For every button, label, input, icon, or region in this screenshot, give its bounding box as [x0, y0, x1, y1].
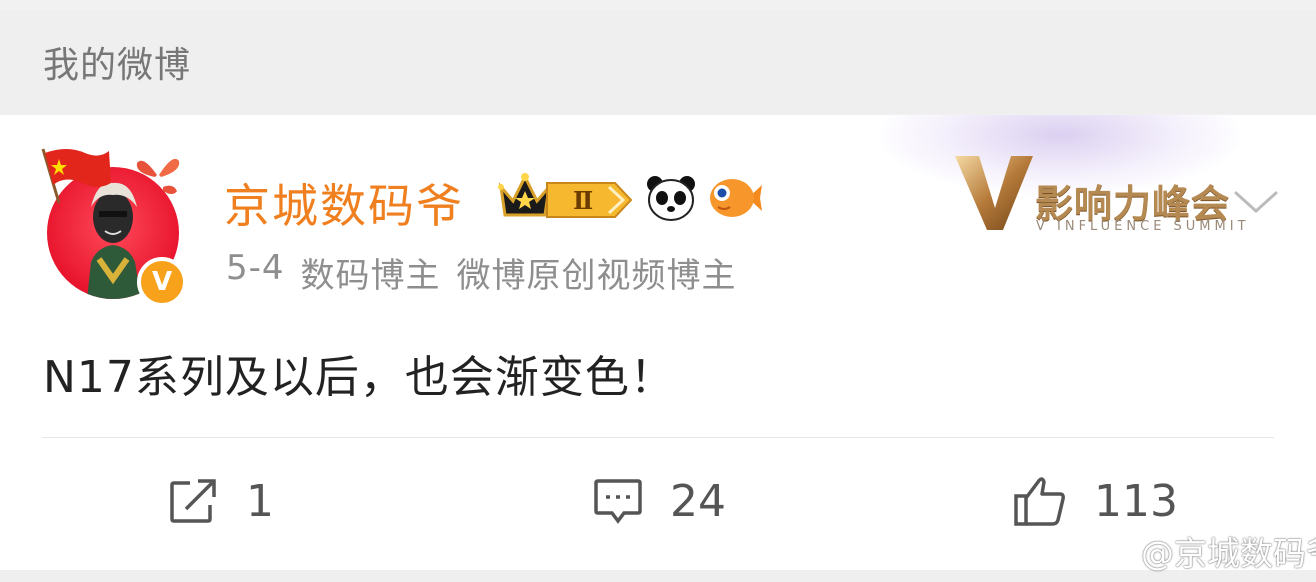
- butterfly-icon: [136, 158, 180, 194]
- comment-button[interactable]: 24: [592, 471, 726, 531]
- event-banner[interactable]: 影响力峰会 V INFLUENCE SUMMIT: [860, 115, 1260, 265]
- watermark: @京城数码爷: [1097, 527, 1316, 575]
- author-tag: 数码博主: [300, 256, 441, 296]
- top-strip: [0, 0, 1316, 10]
- section-header: 我的微博: [0, 10, 1316, 114]
- post-text[interactable]: N17系列及以后，也会渐变色！: [43, 341, 675, 405]
- thumbs-up-icon: [1014, 477, 1065, 526]
- panda-icon: [647, 176, 695, 221]
- event-subtitle: V INFLUENCE SUMMIT: [1036, 219, 1250, 234]
- section-title: 我的微博: [43, 45, 192, 86]
- watermark-text: @京城数码爷: [1141, 534, 1316, 573]
- event-v-logo: [955, 156, 1033, 230]
- post-meta: 5-4 数码博主 微博原创视频博主: [226, 248, 737, 297]
- weibo-logo-icon: [1097, 536, 1135, 568]
- repost-button[interactable]: 1: [168, 471, 274, 531]
- author-name[interactable]: 京城数码爷: [224, 170, 464, 236]
- post-card[interactable]: V 京城数码爷 Ⅱ 5-4 数码博主 微博原创视频博主 影响力峰会 V INFL…: [0, 115, 1316, 570]
- level-badge-text: Ⅱ: [573, 186, 593, 215]
- verified-badge: V: [137, 257, 187, 307]
- post-date: 5-4: [226, 248, 285, 288]
- comment-count: 24: [670, 475, 726, 527]
- comment-icon: [594, 479, 642, 524]
- repost-count: 1: [246, 475, 274, 527]
- chevron-down-icon[interactable]: [1232, 187, 1280, 217]
- level-badge: Ⅱ: [545, 179, 633, 225]
- author-tag: 微博原创视频博主: [456, 256, 737, 296]
- repost-icon: [170, 479, 216, 523]
- divider: [42, 437, 1274, 438]
- like-count: 113: [1094, 475, 1178, 527]
- fish-icon: [710, 179, 762, 217]
- china-flag-icon: [41, 148, 111, 204]
- avatar[interactable]: V: [37, 145, 192, 307]
- like-button[interactable]: 113: [1012, 471, 1178, 531]
